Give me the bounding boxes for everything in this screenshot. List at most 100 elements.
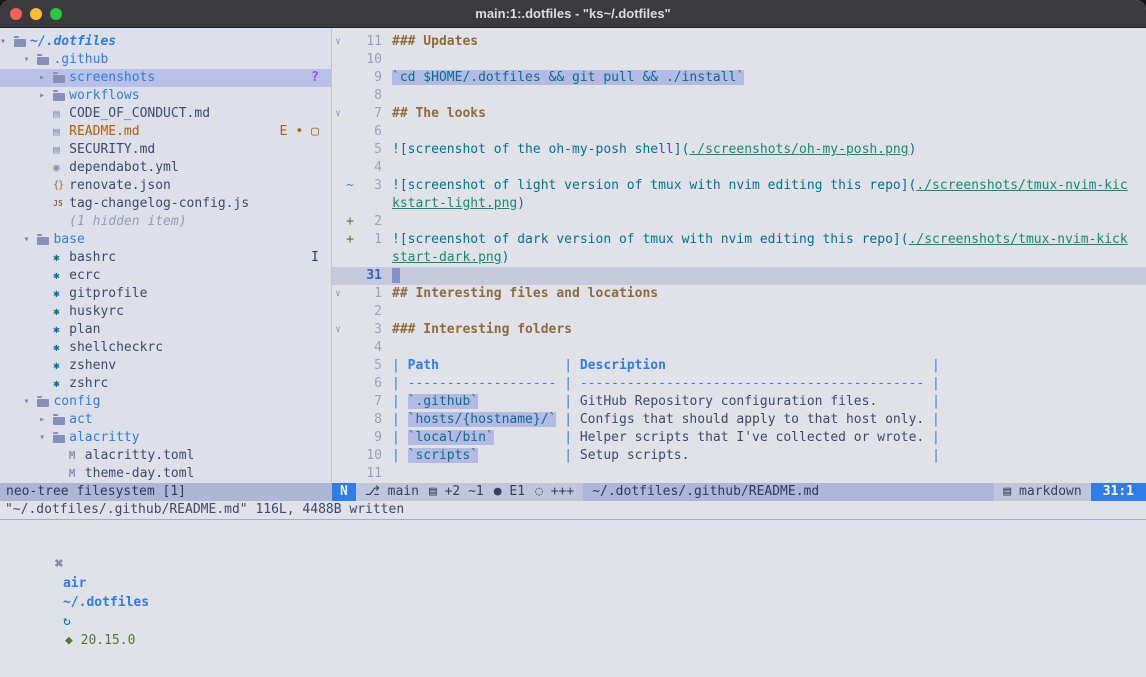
tree-item[interactable]: ▸workflows (0, 87, 331, 105)
tree-item[interactable]: ▾alacritty (0, 429, 331, 447)
tree-item[interactable]: ▾.github (0, 51, 331, 69)
fullscreen-button[interactable] (50, 8, 62, 20)
git-sign (344, 267, 356, 285)
node-version: 20.15.0 (81, 633, 136, 648)
tree-indent (0, 141, 39, 159)
md-link-text: ![screenshot of dark version of tmux wit… (392, 232, 909, 247)
minimize-button[interactable] (30, 8, 42, 20)
tree-item[interactable]: SECURITY.md (0, 141, 331, 159)
chevron-down-icon[interactable]: ▾ (23, 231, 37, 249)
line-number: 6 (356, 375, 382, 393)
fold-marker[interactable]: ∨ (332, 105, 344, 123)
chevron-right-icon[interactable]: ▸ (39, 87, 53, 105)
tree-item[interactable]: ▾base (0, 231, 331, 249)
prompt-hostname: air (63, 576, 86, 591)
tree-item[interactable]: huskyrc (0, 303, 331, 321)
md-icon (53, 105, 69, 123)
plain-text: Helper scripts that I've collected or wr… (580, 430, 924, 445)
tree-item[interactable]: README.mdE•▢ (0, 123, 331, 141)
editor-pane[interactable]: ∨11### Updates109`cd $HOME/.dotfiles && … (332, 28, 1146, 483)
editor-line[interactable]: 8 (332, 87, 1146, 105)
table-pipe: | (392, 394, 408, 409)
editor-line[interactable]: ∨1## Interesting files and locations (332, 285, 1146, 303)
fold-marker (332, 339, 344, 357)
shell-input-line[interactable]: → (8, 669, 1138, 677)
tree-item[interactable]: renovate.json (0, 177, 331, 195)
tree-item[interactable]: shellcheckrc (0, 339, 331, 357)
table-pipe: | (392, 412, 408, 427)
chevron-down-icon[interactable]: ▾ (23, 393, 37, 411)
js-icon (53, 195, 69, 213)
table-pipe: | (924, 448, 940, 463)
chevron-right-icon[interactable]: ▸ (39, 69, 53, 87)
editor-line[interactable]: 4 (332, 339, 1146, 357)
editor-line[interactable]: ∨11### Updates (332, 33, 1146, 51)
fold-marker[interactable]: ∨ (332, 33, 344, 51)
tree-item[interactable]: bashrcI (0, 249, 331, 267)
tree-item[interactable]: zshenv (0, 357, 331, 375)
fold-marker[interactable]: ∨ (332, 321, 344, 339)
editor-line[interactable]: +2 (332, 213, 1146, 231)
line-number (356, 249, 382, 267)
chevron-down-icon[interactable]: ▾ (0, 33, 14, 51)
filepath-segment: ~/.dotfiles/.github/README.md (583, 483, 994, 501)
editor-line[interactable]: 2 (332, 303, 1146, 321)
shell-pane[interactable]: ⌘ air ~/.dotfiles ↻ ◆ 20.15.0 → (0, 519, 1146, 677)
editor-line[interactable]: 5![screenshot of the oh-my-posh shell](.… (332, 141, 1146, 159)
chevron-down-icon[interactable]: ▾ (23, 51, 37, 69)
tree-item[interactable]: alacritty.toml (0, 447, 331, 465)
editor-line[interactable]: 9| `local/bin` | Helper scripts that I'v… (332, 429, 1146, 447)
git-sign (344, 123, 356, 141)
line-number: 4 (356, 339, 382, 357)
tree-item-selected[interactable]: ▸screenshots? (0, 69, 331, 87)
table-divider: ----------------------------------------… (580, 376, 924, 391)
tree-item[interactable]: tag-changelog-config.js (0, 195, 331, 213)
editor-line[interactable]: ∨7## The looks (332, 105, 1146, 123)
chevron-right-icon[interactable]: ▸ (39, 411, 53, 429)
editor-line[interactable]: 6 | ------------------- | ---------------… (332, 375, 1146, 393)
editor-line[interactable]: 10| `scripts` | Setup scripts. | (332, 447, 1146, 465)
table-pipe: | (556, 358, 579, 373)
md-link-url: ./screenshots/tmux-nvim-kick (909, 232, 1128, 247)
editor-line[interactable]: +1![screenshot of dark version of tmux w… (332, 231, 1146, 249)
line-text: | ------------------- | ----------------… (392, 375, 940, 393)
tree-item[interactable]: ▸ act (0, 411, 331, 429)
tree-item-label: act (69, 411, 92, 429)
tree-item[interactable]: ▾config (0, 393, 331, 411)
tree-item[interactable]: theme-day.toml (0, 465, 331, 483)
tree-item[interactable]: plan (0, 321, 331, 339)
tree-item[interactable]: ▾~/.dotfiles (0, 33, 331, 51)
editor-line[interactable]: 4 (332, 159, 1146, 177)
md-link-url: ./screenshots/tmux-nvim-kic (916, 178, 1127, 193)
editor-line[interactable]: 11 (332, 465, 1146, 483)
window-title: main:1:.dotfiles - "ks~/.dotfiles" (0, 6, 1146, 21)
editor-line[interactable]: 7| `.github` | GitHub Repository configu… (332, 393, 1146, 411)
table-pipe: | (556, 412, 579, 427)
toml-icon (69, 447, 85, 465)
editor-line[interactable]: 6 (332, 123, 1146, 141)
tree-item[interactable]: dependabot.yml (0, 159, 331, 177)
editor-line[interactable]: ~3![screenshot of light version of tmux … (332, 177, 1146, 195)
editor-line[interactable]: start-dark.png) (332, 249, 1146, 267)
plain-text: Configs that should apply to that host o… (580, 412, 924, 427)
folder-icon (53, 411, 69, 429)
tree-item[interactable]: CODE_OF_CONDUCT.md (0, 105, 331, 123)
editor-line[interactable]: 10 (332, 51, 1146, 69)
tree-item[interactable]: (1 hidden item) (0, 213, 331, 231)
git-sign (344, 303, 356, 321)
chevron-down-icon[interactable]: ▾ (39, 429, 53, 447)
editor-line[interactable]: 9`cd $HOME/.dotfiles && git pull && ./in… (332, 69, 1146, 87)
editor-line[interactable]: 5| Path | Description | (332, 357, 1146, 375)
editor-line[interactable]: ∨3### Interesting folders (332, 321, 1146, 339)
editor-line[interactable]: 8| `hosts/{hostname}/` | Configs that sh… (332, 411, 1146, 429)
fold-marker (332, 375, 344, 393)
editor-line[interactable]: kstart-light.png) (332, 195, 1146, 213)
fold-marker (332, 195, 344, 213)
fold-marker[interactable]: ∨ (332, 285, 344, 303)
tree-item[interactable]: zshrc (0, 375, 331, 393)
tree-item[interactable]: ecrc (0, 267, 331, 285)
tree-item[interactable]: gitprofile (0, 285, 331, 303)
editor-current-line[interactable]: 31 (332, 267, 1146, 285)
close-button[interactable] (10, 8, 22, 20)
folder-icon (37, 51, 53, 69)
